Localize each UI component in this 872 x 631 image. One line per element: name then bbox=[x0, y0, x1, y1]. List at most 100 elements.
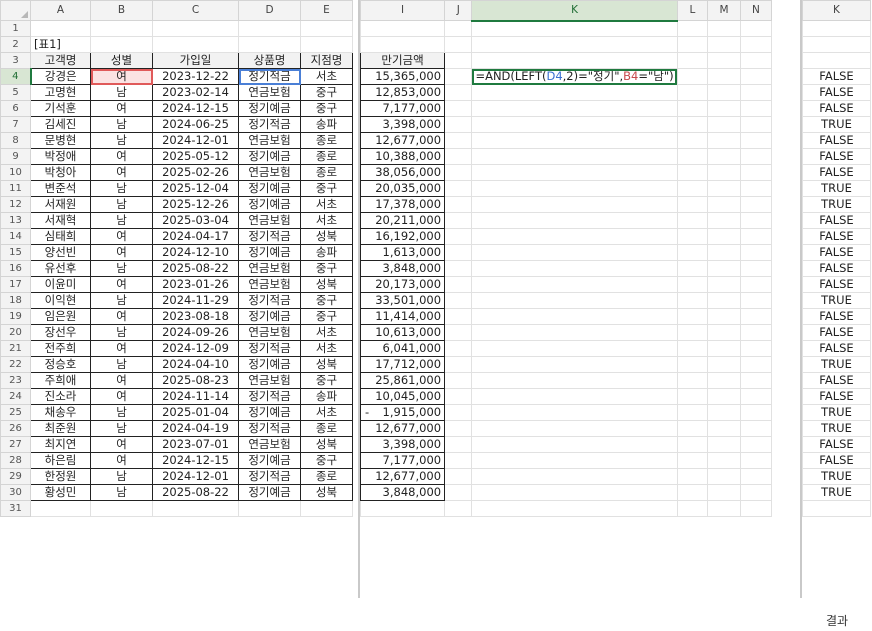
gender-cell[interactable]: 남 bbox=[90, 84, 153, 101]
product-cell[interactable]: 정기예금 bbox=[238, 196, 301, 213]
row-header[interactable]: 1 bbox=[0, 20, 31, 37]
cell[interactable] bbox=[676, 484, 709, 501]
join-date-cell[interactable]: 2024-09-26 bbox=[152, 324, 239, 341]
result-cell[interactable]: FALSE bbox=[802, 260, 871, 277]
maturity-amount-cell[interactable]: 20,173,000 bbox=[360, 276, 446, 293]
cell[interactable] bbox=[739, 452, 772, 469]
cell[interactable] bbox=[471, 436, 678, 453]
customer-name-cell[interactable]: 임은원 bbox=[30, 308, 91, 325]
result-cell[interactable]: FALSE bbox=[802, 228, 871, 245]
branch-cell[interactable]: 중구 bbox=[300, 292, 353, 309]
join-date-cell[interactable]: 2025-08-22 bbox=[152, 260, 239, 277]
cell[interactable] bbox=[739, 276, 772, 293]
customer-name-cell[interactable]: 변준석 bbox=[30, 180, 91, 197]
cell[interactable] bbox=[676, 436, 709, 453]
cell[interactable] bbox=[739, 468, 772, 485]
cell[interactable] bbox=[471, 324, 678, 341]
header-cell-amount[interactable]: 만기금액 bbox=[360, 52, 446, 69]
cell[interactable] bbox=[676, 20, 709, 37]
cell[interactable] bbox=[739, 196, 772, 213]
gender-cell[interactable]: 여 bbox=[90, 100, 153, 117]
cell[interactable] bbox=[707, 212, 741, 229]
cell[interactable] bbox=[739, 308, 772, 325]
cell[interactable] bbox=[444, 356, 473, 373]
cell[interactable] bbox=[676, 52, 709, 69]
branch-cell[interactable]: 중구 bbox=[300, 452, 353, 469]
cell[interactable] bbox=[676, 100, 709, 117]
cell[interactable] bbox=[707, 292, 741, 309]
cell[interactable] bbox=[471, 52, 678, 69]
gender-cell[interactable]: 여 bbox=[90, 276, 153, 293]
cell[interactable] bbox=[739, 340, 772, 357]
cell[interactable] bbox=[707, 276, 741, 293]
maturity-amount-cell[interactable]: 7,177,000 bbox=[360, 452, 446, 469]
result-cell[interactable]: FALSE bbox=[802, 164, 871, 181]
cell[interactable] bbox=[444, 340, 473, 357]
product-cell[interactable]: 정기예금 bbox=[238, 100, 301, 117]
cell[interactable] bbox=[707, 228, 741, 245]
result-cell[interactable]: FALSE bbox=[802, 148, 871, 165]
join-date-cell[interactable]: 2024-12-15 bbox=[152, 452, 239, 469]
customer-name-cell[interactable]: 고명현 bbox=[30, 84, 91, 101]
cell[interactable] bbox=[360, 500, 446, 517]
row-header[interactable]: 30 bbox=[0, 484, 31, 501]
cell[interactable] bbox=[444, 372, 473, 389]
cell[interactable] bbox=[707, 132, 741, 149]
cell[interactable] bbox=[444, 244, 473, 261]
cell[interactable] bbox=[471, 36, 678, 53]
cell[interactable] bbox=[444, 276, 473, 293]
branch-cell[interactable]: 종로 bbox=[300, 132, 353, 149]
cell[interactable] bbox=[739, 292, 772, 309]
cell[interactable] bbox=[707, 260, 741, 277]
col-header-e[interactable]: E bbox=[300, 0, 353, 21]
product-cell[interactable]: 연금보험 bbox=[238, 324, 301, 341]
product-cell[interactable]: 정기적금 bbox=[238, 228, 301, 245]
customer-name-cell[interactable]: 서재원 bbox=[30, 196, 91, 213]
customer-name-cell[interactable]: 하은림 bbox=[30, 452, 91, 469]
cell[interactable] bbox=[676, 372, 709, 389]
gender-cell[interactable]: 남 bbox=[90, 484, 153, 501]
cell[interactable] bbox=[90, 500, 153, 517]
row-header[interactable]: 26 bbox=[0, 420, 31, 437]
maturity-amount-cell[interactable]: 33,501,000 bbox=[360, 292, 446, 309]
row-header[interactable]: 28 bbox=[0, 452, 31, 469]
cell[interactable] bbox=[444, 404, 473, 421]
cell[interactable] bbox=[676, 292, 709, 309]
join-date-cell[interactable]: 2024-12-01 bbox=[152, 132, 239, 149]
gender-cell[interactable]: 여 bbox=[90, 340, 153, 357]
product-cell[interactable]: 정기예금 bbox=[238, 356, 301, 373]
cell[interactable] bbox=[471, 180, 678, 197]
product-cell[interactable]: 정기예금 bbox=[238, 404, 301, 421]
cell[interactable] bbox=[739, 228, 772, 245]
product-cell[interactable]: 정기적금 bbox=[238, 388, 301, 405]
result-cell[interactable]: TRUE bbox=[802, 196, 871, 213]
branch-cell[interactable]: 종로 bbox=[300, 148, 353, 165]
product-cell[interactable]: 정기적금 bbox=[238, 116, 301, 133]
customer-name-cell[interactable]: 기석훈 bbox=[30, 100, 91, 117]
customer-name-cell[interactable]: 심태희 bbox=[30, 228, 91, 245]
col-header-i[interactable]: I bbox=[360, 0, 446, 21]
cell[interactable] bbox=[471, 132, 678, 149]
branch-cell[interactable]: 송파 bbox=[300, 116, 353, 133]
gender-cell[interactable]: 여 bbox=[90, 308, 153, 325]
branch-cell[interactable]: 서초 bbox=[300, 404, 353, 421]
branch-cell[interactable]: 송파 bbox=[300, 388, 353, 405]
join-date-cell[interactable]: 2023-02-14 bbox=[152, 84, 239, 101]
branch-cell[interactable]: 중구 bbox=[300, 84, 353, 101]
cell[interactable] bbox=[707, 52, 741, 69]
cell[interactable] bbox=[739, 356, 772, 373]
join-date-cell[interactable]: 2025-02-26 bbox=[152, 164, 239, 181]
product-cell[interactable]: 연금보험 bbox=[238, 260, 301, 277]
maturity-amount-cell[interactable]: 10,045,000 bbox=[360, 388, 446, 405]
maturity-amount-cell[interactable]: 17,378,000 bbox=[360, 196, 446, 213]
cell[interactable] bbox=[739, 180, 772, 197]
cell[interactable] bbox=[739, 68, 772, 85]
cell[interactable] bbox=[739, 148, 772, 165]
customer-name-cell[interactable]: 김세진 bbox=[30, 116, 91, 133]
product-cell[interactable]: 정기예금 bbox=[238, 180, 301, 197]
result-cell[interactable]: FALSE bbox=[802, 132, 871, 149]
maturity-amount-cell[interactable]: 12,853,000 bbox=[360, 84, 446, 101]
cell[interactable] bbox=[739, 212, 772, 229]
customer-name-cell[interactable]: 강경은 bbox=[30, 68, 91, 85]
row-header[interactable]: 9 bbox=[0, 148, 31, 165]
